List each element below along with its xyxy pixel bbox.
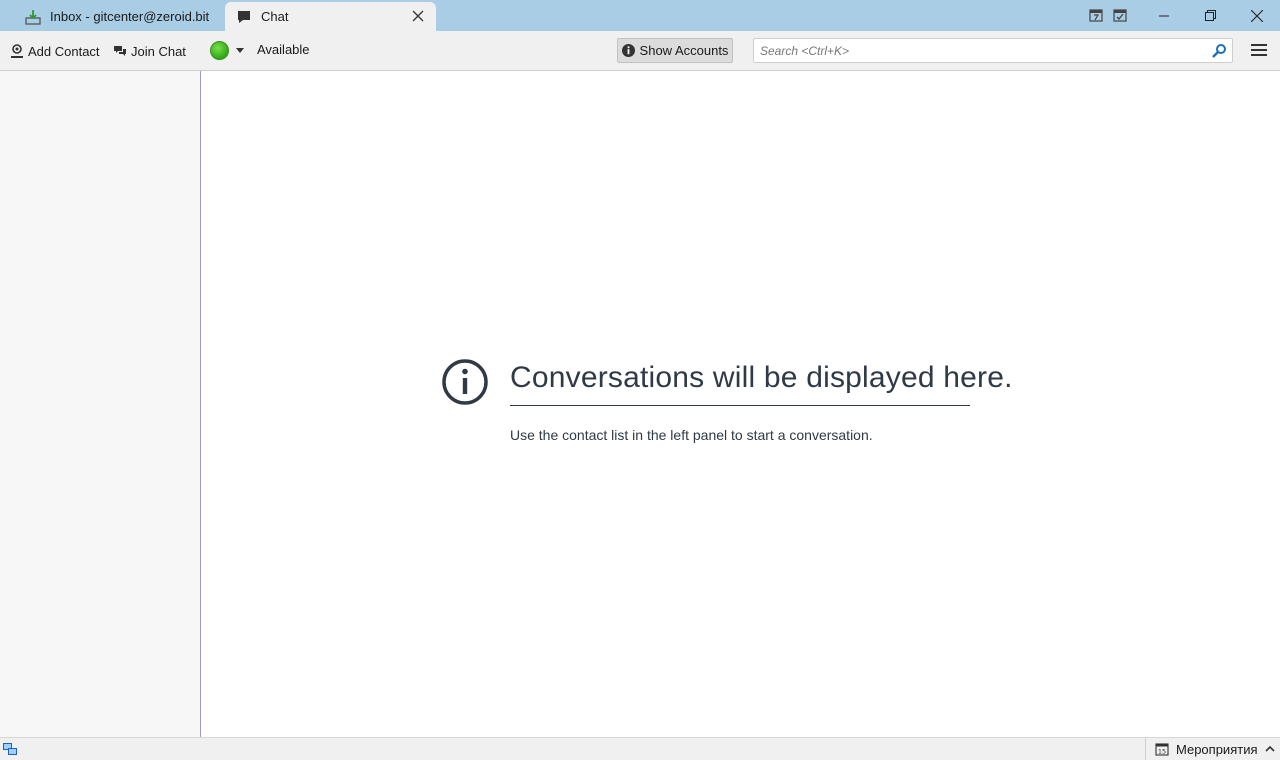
show-accounts-button[interactable]: Show Accounts xyxy=(617,38,733,63)
join-chat-icon xyxy=(113,44,127,58)
close-tab-icon[interactable] xyxy=(410,8,426,24)
empty-state-heading: Conversations will be displayed here. xyxy=(510,361,1012,406)
calendar-icon[interactable] xyxy=(1088,7,1104,23)
add-contact-button[interactable]: Add Contact xyxy=(10,41,100,61)
add-contact-label: Add Contact xyxy=(28,43,100,59)
chat-toolbar: Add Contact Join Chat Available Show Acc… xyxy=(0,31,1280,71)
search-box xyxy=(753,38,1233,63)
tab-inbox[interactable]: Inbox - gitcenter@zeroid.bit xyxy=(12,2,220,31)
tab-strip: Inbox - gitcenter@zeroid.bit Chat xyxy=(0,0,1280,31)
events-label: Мероприятия xyxy=(1176,741,1258,757)
events-calendar-icon: 15 xyxy=(1155,743,1169,756)
show-accounts-label: Show Accounts xyxy=(639,43,729,58)
close-window-icon[interactable] xyxy=(1234,0,1280,31)
events-panel-toggle[interactable]: 15 Мероприятия xyxy=(1145,738,1280,760)
tab-inbox-label: Inbox - gitcenter@zeroid.bit xyxy=(50,9,210,24)
network-status-icon[interactable] xyxy=(2,741,18,757)
search-input[interactable] xyxy=(754,39,1194,62)
empty-state-description: Use the contact list in the left panel t… xyxy=(510,427,873,443)
join-chat-button[interactable]: Join Chat xyxy=(113,41,186,61)
contact-list-panel xyxy=(0,71,201,737)
info-icon xyxy=(442,359,488,405)
tab-chat[interactable]: Chat xyxy=(225,2,436,31)
app-menu-icon[interactable] xyxy=(1249,40,1269,60)
restore-icon[interactable] xyxy=(1187,0,1233,31)
chevron-up-icon xyxy=(1264,745,1275,752)
svg-text:15: 15 xyxy=(1158,748,1166,756)
add-contact-icon xyxy=(10,44,24,58)
status-dropdown-icon[interactable] xyxy=(236,48,244,53)
info-small-icon xyxy=(621,44,635,57)
search-icon[interactable] xyxy=(1211,43,1227,59)
status-available-icon[interactable] xyxy=(210,41,229,60)
chat-bubble-icon xyxy=(235,8,253,26)
tab-chat-label: Chat xyxy=(261,9,289,24)
status-label[interactable]: Available xyxy=(257,42,310,57)
join-chat-label: Join Chat xyxy=(131,43,186,59)
minimize-icon[interactable] xyxy=(1141,0,1187,31)
tasks-icon[interactable] xyxy=(1112,7,1128,23)
status-bar: 15 Мероприятия xyxy=(0,737,1280,760)
inbox-download-icon xyxy=(24,8,42,26)
